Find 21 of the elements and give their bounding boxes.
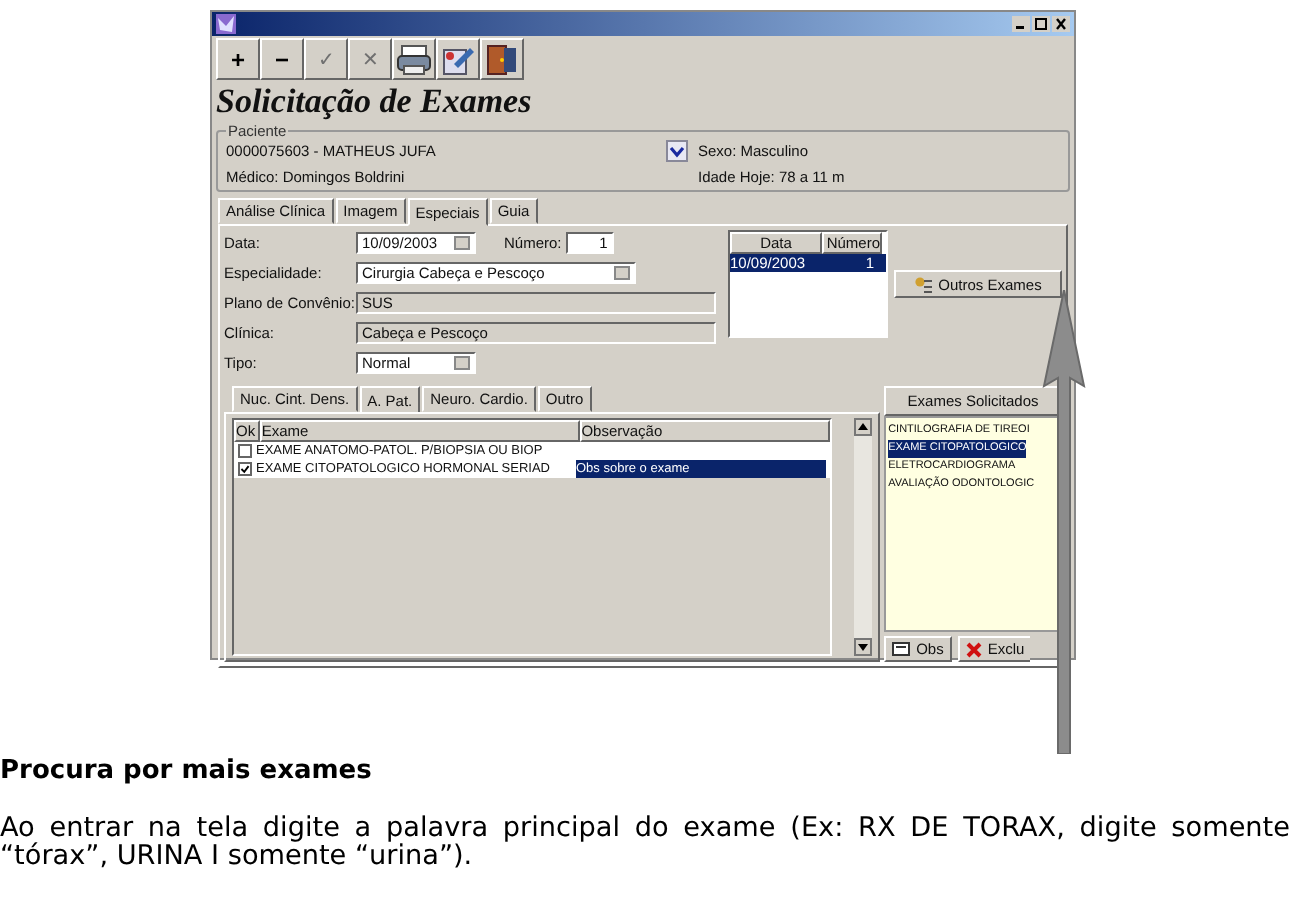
minimize-icon[interactable] xyxy=(1012,16,1030,32)
maximize-icon[interactable] xyxy=(1032,16,1050,32)
checkbox[interactable] xyxy=(238,444,252,458)
scrollbar[interactable] xyxy=(854,418,873,656)
paragraph: Ao entrar na tela digite a palavra principal do exame (Ex: RX DE TORAX, digite somente “tórax”, URINA I somente “urina”). xyxy=(0,814,1290,870)
note-icon xyxy=(892,642,911,656)
toolbar-button[interactable]: − xyxy=(260,38,304,80)
exit-door-icon[interactable] xyxy=(480,38,524,80)
section-heading: Procura por mais exames xyxy=(0,756,372,786)
form-title: Solicitação de Exames xyxy=(214,82,534,122)
close-icon[interactable] xyxy=(1052,16,1070,32)
checkbox[interactable] xyxy=(238,462,252,476)
list-icon xyxy=(914,275,933,293)
delete-icon xyxy=(965,641,982,657)
scroll-down-icon[interactable] xyxy=(854,638,873,656)
toolbar-button[interactable]: + xyxy=(216,38,260,80)
dropdown-icon[interactable] xyxy=(666,140,688,162)
app-icon xyxy=(216,14,236,34)
scroll-up-icon[interactable] xyxy=(854,418,873,436)
printer-icon[interactable] xyxy=(392,38,436,80)
edit-form-icon[interactable] xyxy=(436,38,480,80)
